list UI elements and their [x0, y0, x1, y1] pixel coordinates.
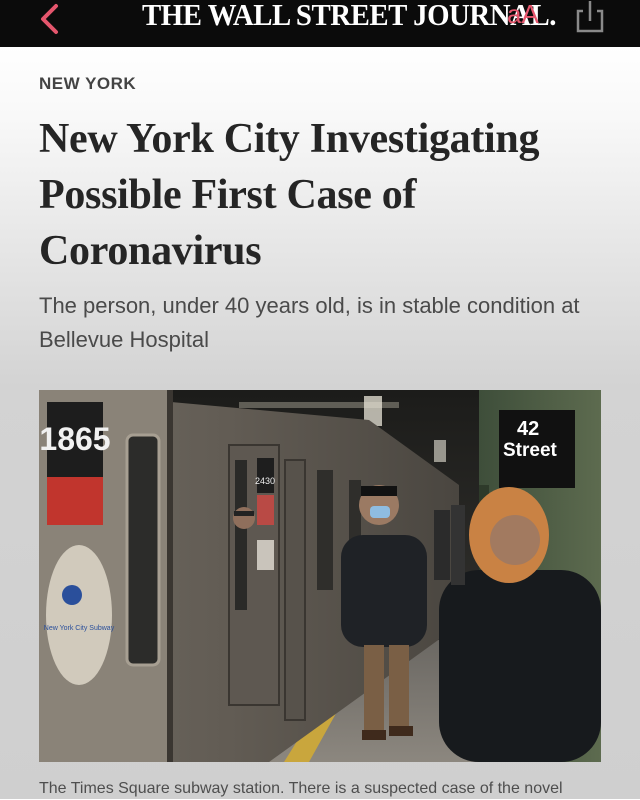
article-headline: New York City Investigating Possible Fir…	[39, 116, 540, 274]
section-label[interactable]: NEW YORK	[39, 74, 136, 94]
station-sign-street: Street	[503, 440, 558, 461]
share-button[interactable]	[572, 0, 608, 36]
back-button[interactable]	[30, 0, 70, 40]
chevron-left-icon	[41, 4, 58, 34]
article-body: NEW YORK New York City Investigating Pos…	[0, 47, 640, 799]
text-size-button[interactable]: aA	[507, 0, 539, 30]
masthead-logo: THE WALL STREET JOURNAL.	[142, 0, 556, 32]
article-photo[interactable]: 1865 New York City Subway 2430 42 Street	[39, 390, 601, 762]
share-icon	[576, 1, 604, 33]
top-navigation-bar: THE WALL STREET JOURNAL. aA	[0, 0, 640, 47]
train-car-number: 1865	[39, 421, 110, 457]
photo-caption: The Times Square subway station. There i…	[39, 780, 563, 797]
train-car-number-2: 2430	[255, 476, 275, 486]
subway-logo-text: New York City Subway	[44, 625, 115, 632]
article-subheadline: The person, under 40 years old, is in st…	[39, 293, 580, 352]
station-sign-number: 42	[517, 418, 539, 440]
